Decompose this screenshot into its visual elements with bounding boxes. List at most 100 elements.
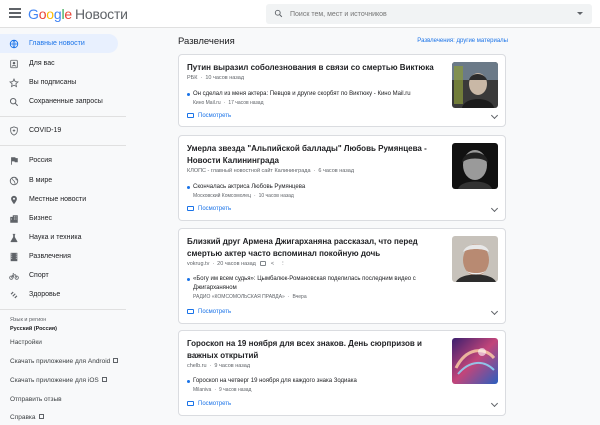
thumbnail-image [452, 236, 498, 282]
related-time: 17 часов назад [228, 100, 264, 106]
article-source[interactable]: vokrug.tv [187, 261, 209, 267]
full-coverage-button[interactable]: Посмотреть [187, 401, 231, 407]
article-headline[interactable]: Гороскоп на 19 ноября для всех знаков. Д… [187, 338, 445, 362]
sidebar-item-saved-searches[interactable]: Сохраненные запросы [0, 92, 118, 111]
sidebar-item-business[interactable]: Бизнес [0, 209, 118, 228]
article-headline[interactable]: Путин выразил соболезнования в связи со … [187, 62, 445, 74]
sidebar-divider [0, 116, 126, 117]
thumbnail-image [452, 62, 498, 108]
globe-icon [9, 176, 19, 186]
sidebar-item-science[interactable]: Наука и техника [0, 228, 118, 247]
search-dropdown-icon[interactable] [577, 12, 583, 15]
expand-chevron-icon[interactable] [490, 307, 499, 316]
share-icon[interactable]: < [271, 261, 274, 267]
related-time: 9 часов назад [219, 387, 252, 393]
settings-link[interactable]: Настройки [10, 339, 42, 346]
main-menu-icon[interactable] [9, 8, 21, 18]
related-bullet [187, 380, 190, 383]
sidebar-item-covid[interactable]: COVID-19 [0, 121, 118, 140]
article-time: 20 часов назад [217, 261, 256, 267]
full-coverage-label: Посмотреть [198, 113, 232, 119]
article-thumbnail[interactable] [452, 62, 498, 108]
search-box[interactable] [266, 4, 592, 24]
article-meta: РБК · 10 часов назад [187, 75, 245, 81]
full-coverage-icon [187, 401, 194, 406]
expand-chevron-icon[interactable] [490, 399, 499, 408]
external-link-icon [101, 377, 107, 382]
bookmark-icon[interactable] [259, 261, 266, 266]
sidebar-item-label: Спорт [29, 272, 49, 279]
help-label: Справка [10, 414, 36, 421]
sidebar-item-health[interactable]: Здоровье [0, 285, 118, 304]
globe-home-icon [9, 39, 19, 49]
location-pin-icon [11, 195, 17, 205]
article-time: 9 часов назад [214, 363, 251, 369]
external-link-icon [38, 414, 44, 419]
person-doc-icon [10, 59, 18, 69]
thumbnail-image [452, 143, 498, 189]
related-meta: Кино Mail.ru · 17 часов назад [193, 100, 264, 106]
search-input[interactable] [290, 7, 560, 21]
sidebar-item-entertainment[interactable]: Развлечения [0, 247, 118, 266]
article-thumbnail[interactable] [452, 338, 498, 384]
related-source[interactable]: Milaniva [193, 387, 211, 393]
related-article: Он сделал из меня актера: Певцов и други… [187, 90, 449, 110]
expand-chevron-icon[interactable] [490, 204, 499, 213]
article-thumbnail[interactable] [452, 236, 498, 282]
help-link[interactable]: Справка [10, 414, 44, 421]
dumbbell-icon [10, 291, 18, 299]
search-icon [9, 97, 19, 107]
related-source[interactable]: Кино Mail.ru [193, 100, 221, 106]
related-article: Гороскоп на четверг 19 ноября для каждог… [187, 377, 449, 395]
full-coverage-button[interactable]: Посмотреть [187, 309, 231, 315]
related-meta: Московский Комсомолец · 10 часов назад [193, 193, 294, 199]
thumbnail-image [452, 338, 498, 384]
article-card: Умерла звезда "Альпийской баллады" Любов… [178, 135, 506, 221]
google-news-logo[interactable]: Google Новости [28, 6, 128, 22]
article-source[interactable]: РБК [187, 75, 197, 81]
article-headline[interactable]: Близкий друг Армена Джигарханяна рассказ… [187, 236, 445, 260]
sidebar-item-label: Сохраненные запросы [29, 98, 103, 105]
article-source[interactable]: chelb.ru [187, 363, 207, 369]
sidebar-item-world[interactable]: В мире [0, 171, 118, 190]
sidebar-item-label: Бизнес [29, 215, 52, 222]
top-bar: Google Новости [0, 0, 600, 28]
expand-chevron-icon[interactable] [490, 111, 499, 120]
language-region-value[interactable]: Русский (Россия) [10, 326, 57, 332]
sidebar-item-russia[interactable]: Россия [0, 151, 118, 170]
related-title[interactable]: Гороскоп на четверг 19 ноября для каждог… [193, 377, 449, 386]
related-source[interactable]: Московский Комсомолец [193, 193, 251, 199]
sidebar-item-following[interactable]: Вы подписаны [0, 73, 118, 92]
sidebar-divider [0, 309, 126, 310]
sidebar-item-top-stories[interactable]: Главные новости [0, 34, 118, 53]
related-bullet [187, 278, 190, 281]
sidebar-item-label: Местные новости [29, 196, 87, 203]
related-article: «Богу им всем судья»: Цымбалюк-Романовск… [187, 275, 449, 303]
full-coverage-button[interactable]: Посмотреть [187, 113, 231, 119]
sidebar-item-label: Наука и техника [29, 234, 82, 241]
sidebar-item-for-you[interactable]: Для вас [0, 54, 118, 73]
bicycle-icon [9, 273, 19, 280]
external-link-icon [113, 358, 119, 363]
article-source[interactable]: КЛОПС - главный новостной сайт Калинингр… [187, 168, 311, 174]
search-icon[interactable] [274, 9, 283, 18]
section-title: Развлечения [178, 36, 235, 47]
article-thumbnail[interactable] [452, 143, 498, 189]
film-icon [10, 252, 18, 262]
more-options-icon[interactable]: ⋮ [280, 261, 286, 267]
article-headline[interactable]: Умерла звезда "Альпийской баллады" Любов… [187, 143, 445, 167]
related-title[interactable]: Скончалась актриса Любовь Румянцева [193, 183, 449, 192]
related-title[interactable]: «Богу им всем судья»: Цымбалюк-Романовск… [193, 275, 449, 292]
feedback-link[interactable]: Отправить отзыв [10, 396, 62, 403]
section-more-link[interactable]: Развлечения: другие материалы [417, 38, 508, 44]
article-card: Близкий друг Армена Джигарханяна рассказ… [178, 228, 506, 324]
full-coverage-icon [187, 309, 194, 314]
sidebar-item-sports[interactable]: Спорт [0, 266, 118, 285]
download-ios-link[interactable]: Скачать приложение для iOS [10, 377, 107, 384]
related-source[interactable]: РАДИО «КОМСОМОЛЬСКАЯ ПРАВДА» [193, 294, 285, 300]
download-android-link[interactable]: Скачать приложение для Android [10, 358, 119, 365]
related-title[interactable]: Он сделал из меня актера: Певцов и други… [193, 90, 449, 99]
star-icon [9, 78, 19, 88]
sidebar-item-local[interactable]: Местные новости [0, 190, 118, 209]
full-coverage-button[interactable]: Посмотреть [187, 206, 231, 212]
